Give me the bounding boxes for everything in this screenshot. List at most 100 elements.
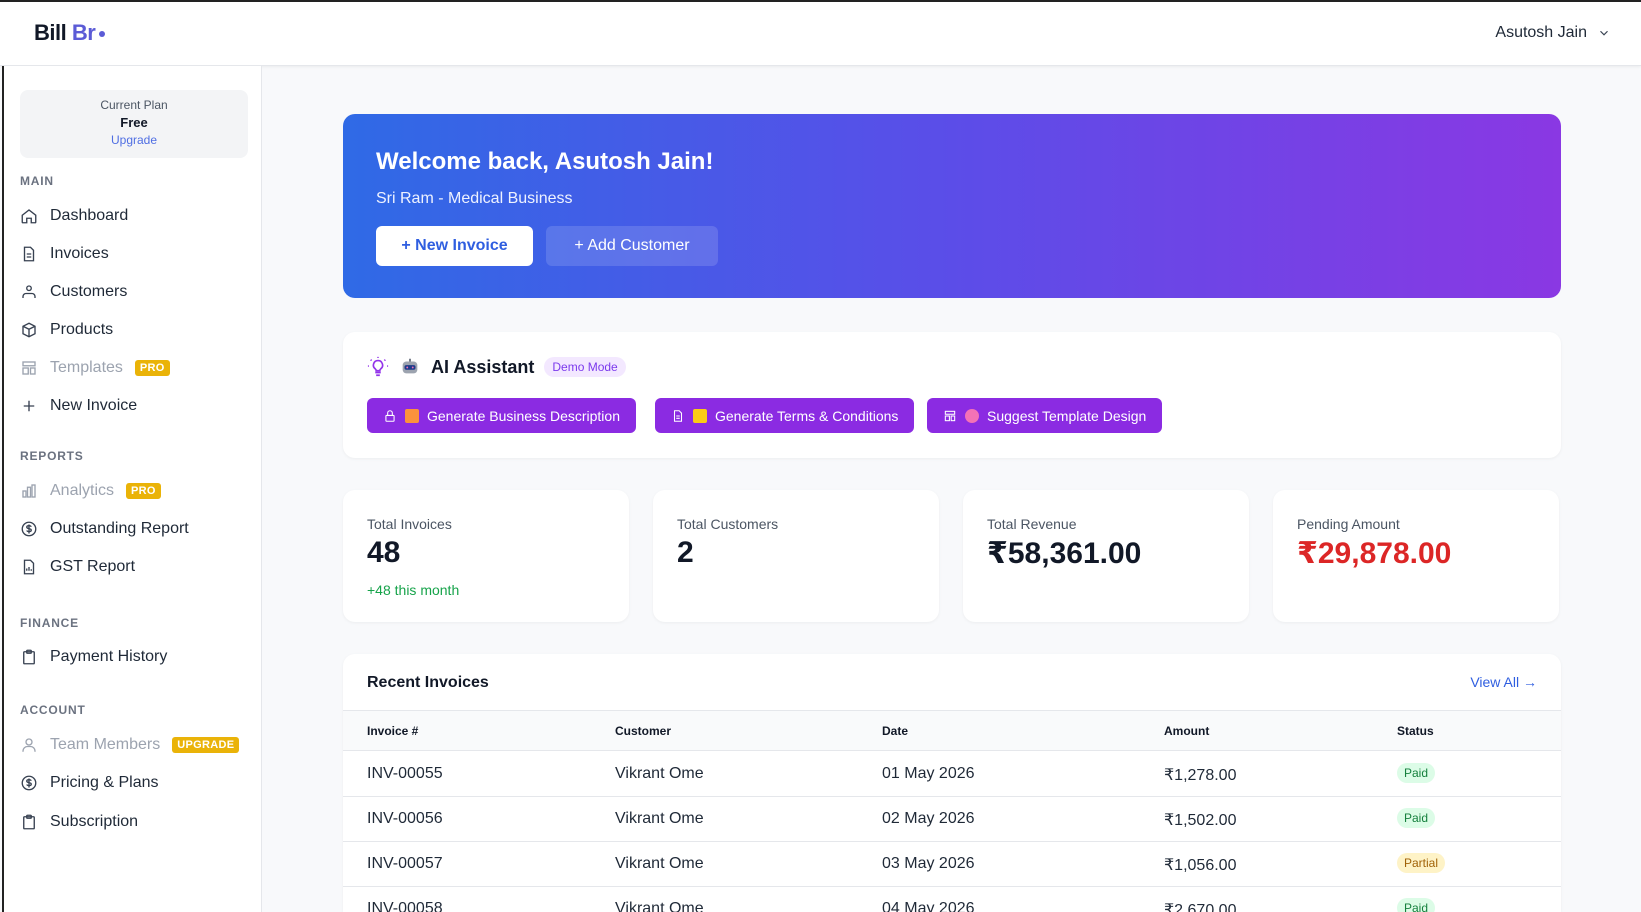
palette-icon (965, 408, 979, 423)
welcome-banner: Welcome back, Asutosh Jain! Sri Ram - Me… (343, 114, 1561, 298)
ai-assistant-header: AI Assistant Demo Mode (367, 356, 626, 378)
generate-terms-label: Generate Terms & Conditions (715, 407, 899, 424)
sidebar-item-pricing[interactable]: Pricing & Plans (20, 768, 252, 798)
sidebar-item-label: GST Report (50, 558, 136, 575)
sidebar-item-label: Products (50, 321, 114, 338)
chevron-down-icon (1600, 30, 1608, 36)
sidebar-item-customers[interactable]: Customers (20, 277, 252, 307)
sidebar-item-label: Dashboard (50, 207, 129, 224)
pro-badge: PRO (134, 360, 170, 376)
user-name: Asutosh Jain (1495, 24, 1587, 41)
recent-invoices-title: Recent Invoices (367, 674, 489, 691)
dollar-circle-icon (21, 775, 37, 791)
logo-text-bill: Bill (34, 20, 67, 45)
cell-date: 01 May 2026 (882, 765, 975, 782)
column-header-invoice: Invoice # (367, 724, 419, 738)
sidebar-item-analytics[interactable]: Analytics PRO (20, 476, 252, 506)
section-finance: FINANCE (20, 616, 79, 630)
generate-terms-button[interactable]: Generate Terms & Conditions (655, 398, 915, 433)
table-header: Invoice # Customer Date Amount Status (343, 710, 1561, 751)
template-icon (22, 361, 36, 375)
plan-name: Free (120, 115, 148, 130)
stat-value: ₹29,878.00 (1297, 537, 1452, 570)
sidebar-item-new-invoice[interactable]: New Invoice (20, 391, 252, 421)
generate-description-label: Generate Business Description (427, 407, 620, 424)
logo-dot (99, 31, 106, 38)
cell-amount: ₹1,278.00 (1164, 767, 1237, 784)
document-icon (673, 409, 683, 422)
business-name: Sri Ram - Medical Business (376, 190, 573, 207)
stat-label: Total Invoices (367, 516, 452, 532)
table-row[interactable]: INV-00058 Vikrant Ome 04 May 2026 ₹2,670… (343, 887, 1561, 912)
stat-value: 48 (367, 536, 401, 569)
logo-text-br: Br (71, 20, 96, 45)
stat-delta: +48 this month (367, 582, 460, 598)
view-all-link[interactable]: View All → (1470, 674, 1537, 690)
clipboard-icon (23, 814, 35, 830)
sidebar-item-label: Pricing & Plans (50, 774, 159, 791)
table-row[interactable]: INV-00057 Vikrant Ome 03 May 2026 ₹1,056… (343, 842, 1561, 887)
section-reports: REPORTS (20, 449, 84, 463)
table-row[interactable]: INV-00055 Vikrant Ome 01 May 2026 ₹1,278… (343, 752, 1561, 797)
app-logo[interactable]: Bill Br (34, 20, 106, 46)
clipboard-icon (23, 649, 35, 665)
status-badge: Paid (1397, 898, 1436, 912)
cell-invoice: INV-00057 (367, 855, 443, 872)
sidebar-item-team-members[interactable]: Team Members UPGRADE (20, 730, 252, 760)
welcome-title: Welcome back, Asutosh Jain! (376, 148, 714, 175)
cell-customer: Vikrant Ome (615, 810, 704, 827)
demo-mode-badge: Demo Mode (544, 357, 626, 377)
sidebar-item-invoices[interactable]: Invoices (20, 239, 252, 269)
cube-icon (22, 322, 36, 338)
stat-total-revenue: Total Revenue ₹58,361.00 (963, 490, 1249, 622)
status-badge: Partial (1397, 853, 1446, 873)
sidebar-item-gst-report[interactable]: GST Report (20, 552, 252, 582)
sidebar-item-payment-history[interactable]: Payment History (20, 642, 252, 672)
sidebar-item-label: Invoices (50, 245, 109, 262)
cell-customer: Vikrant Ome (615, 900, 704, 912)
stat-total-customers: Total Customers 2 (653, 490, 939, 622)
cell-invoice: INV-00056 (367, 810, 443, 827)
cell-invoice: INV-00055 (367, 765, 443, 782)
users-icon (22, 285, 36, 298)
user-icon (22, 738, 36, 752)
ai-assistant-card: AI Assistant Demo Mode Generate Business… (343, 332, 1561, 458)
sidebar: Current Plan Free Upgrade MAIN Dashboard… (2, 66, 262, 912)
user-menu[interactable]: Asutosh Jain (1495, 24, 1611, 42)
stat-label: Total Revenue (987, 516, 1077, 532)
sidebar-item-templates[interactable]: Templates PRO (20, 353, 252, 383)
memo-icon (405, 408, 419, 423)
pro-badge: PRO (126, 483, 161, 499)
stat-total-invoices: Total Invoices 48 +48 this month (343, 490, 629, 622)
sidebar-item-products[interactable]: Products (20, 315, 252, 345)
new-invoice-button[interactable]: + New Invoice (376, 226, 533, 266)
sidebar-item-dashboard[interactable]: Dashboard (20, 201, 252, 231)
add-customer-button[interactable]: + Add Customer (546, 226, 718, 266)
sidebar-item-outstanding-report[interactable]: Outstanding Report (20, 514, 252, 544)
robot-icon (402, 358, 418, 374)
sidebar-item-label: New Invoice (50, 397, 138, 414)
column-header-amount: Amount (1164, 724, 1210, 738)
sidebar-item-label: Analytics (50, 482, 115, 499)
cell-customer: Vikrant Ome (615, 855, 704, 872)
stat-value: ₹58,361.00 (987, 537, 1142, 570)
table-row[interactable]: INV-00056 Vikrant Ome 02 May 2026 ₹1,502… (343, 797, 1561, 842)
cell-amount: ₹2,670.00 (1164, 902, 1237, 912)
stat-value: 2 (677, 536, 694, 569)
suggest-template-button[interactable]: Suggest Template Design (927, 398, 1163, 433)
stat-label: Pending Amount (1297, 516, 1400, 532)
cell-customer: Vikrant Ome (615, 765, 704, 782)
cell-amount: ₹1,056.00 (1164, 857, 1237, 874)
plus-icon (23, 400, 35, 412)
column-header-customer: Customer (615, 724, 672, 738)
report-icon (23, 559, 35, 575)
section-account: ACCOUNT (20, 703, 86, 717)
sidebar-item-label: Payment History (50, 648, 168, 665)
generate-description-button[interactable]: Generate Business Description (367, 398, 636, 433)
sidebar-item-subscription[interactable]: Subscription (20, 807, 252, 837)
status-badge: Paid (1397, 763, 1436, 783)
column-header-status: Status (1397, 724, 1434, 738)
dollar-circle-icon (21, 521, 37, 537)
upgrade-link[interactable]: Upgrade (20, 133, 248, 147)
status-badge: Paid (1397, 808, 1436, 828)
